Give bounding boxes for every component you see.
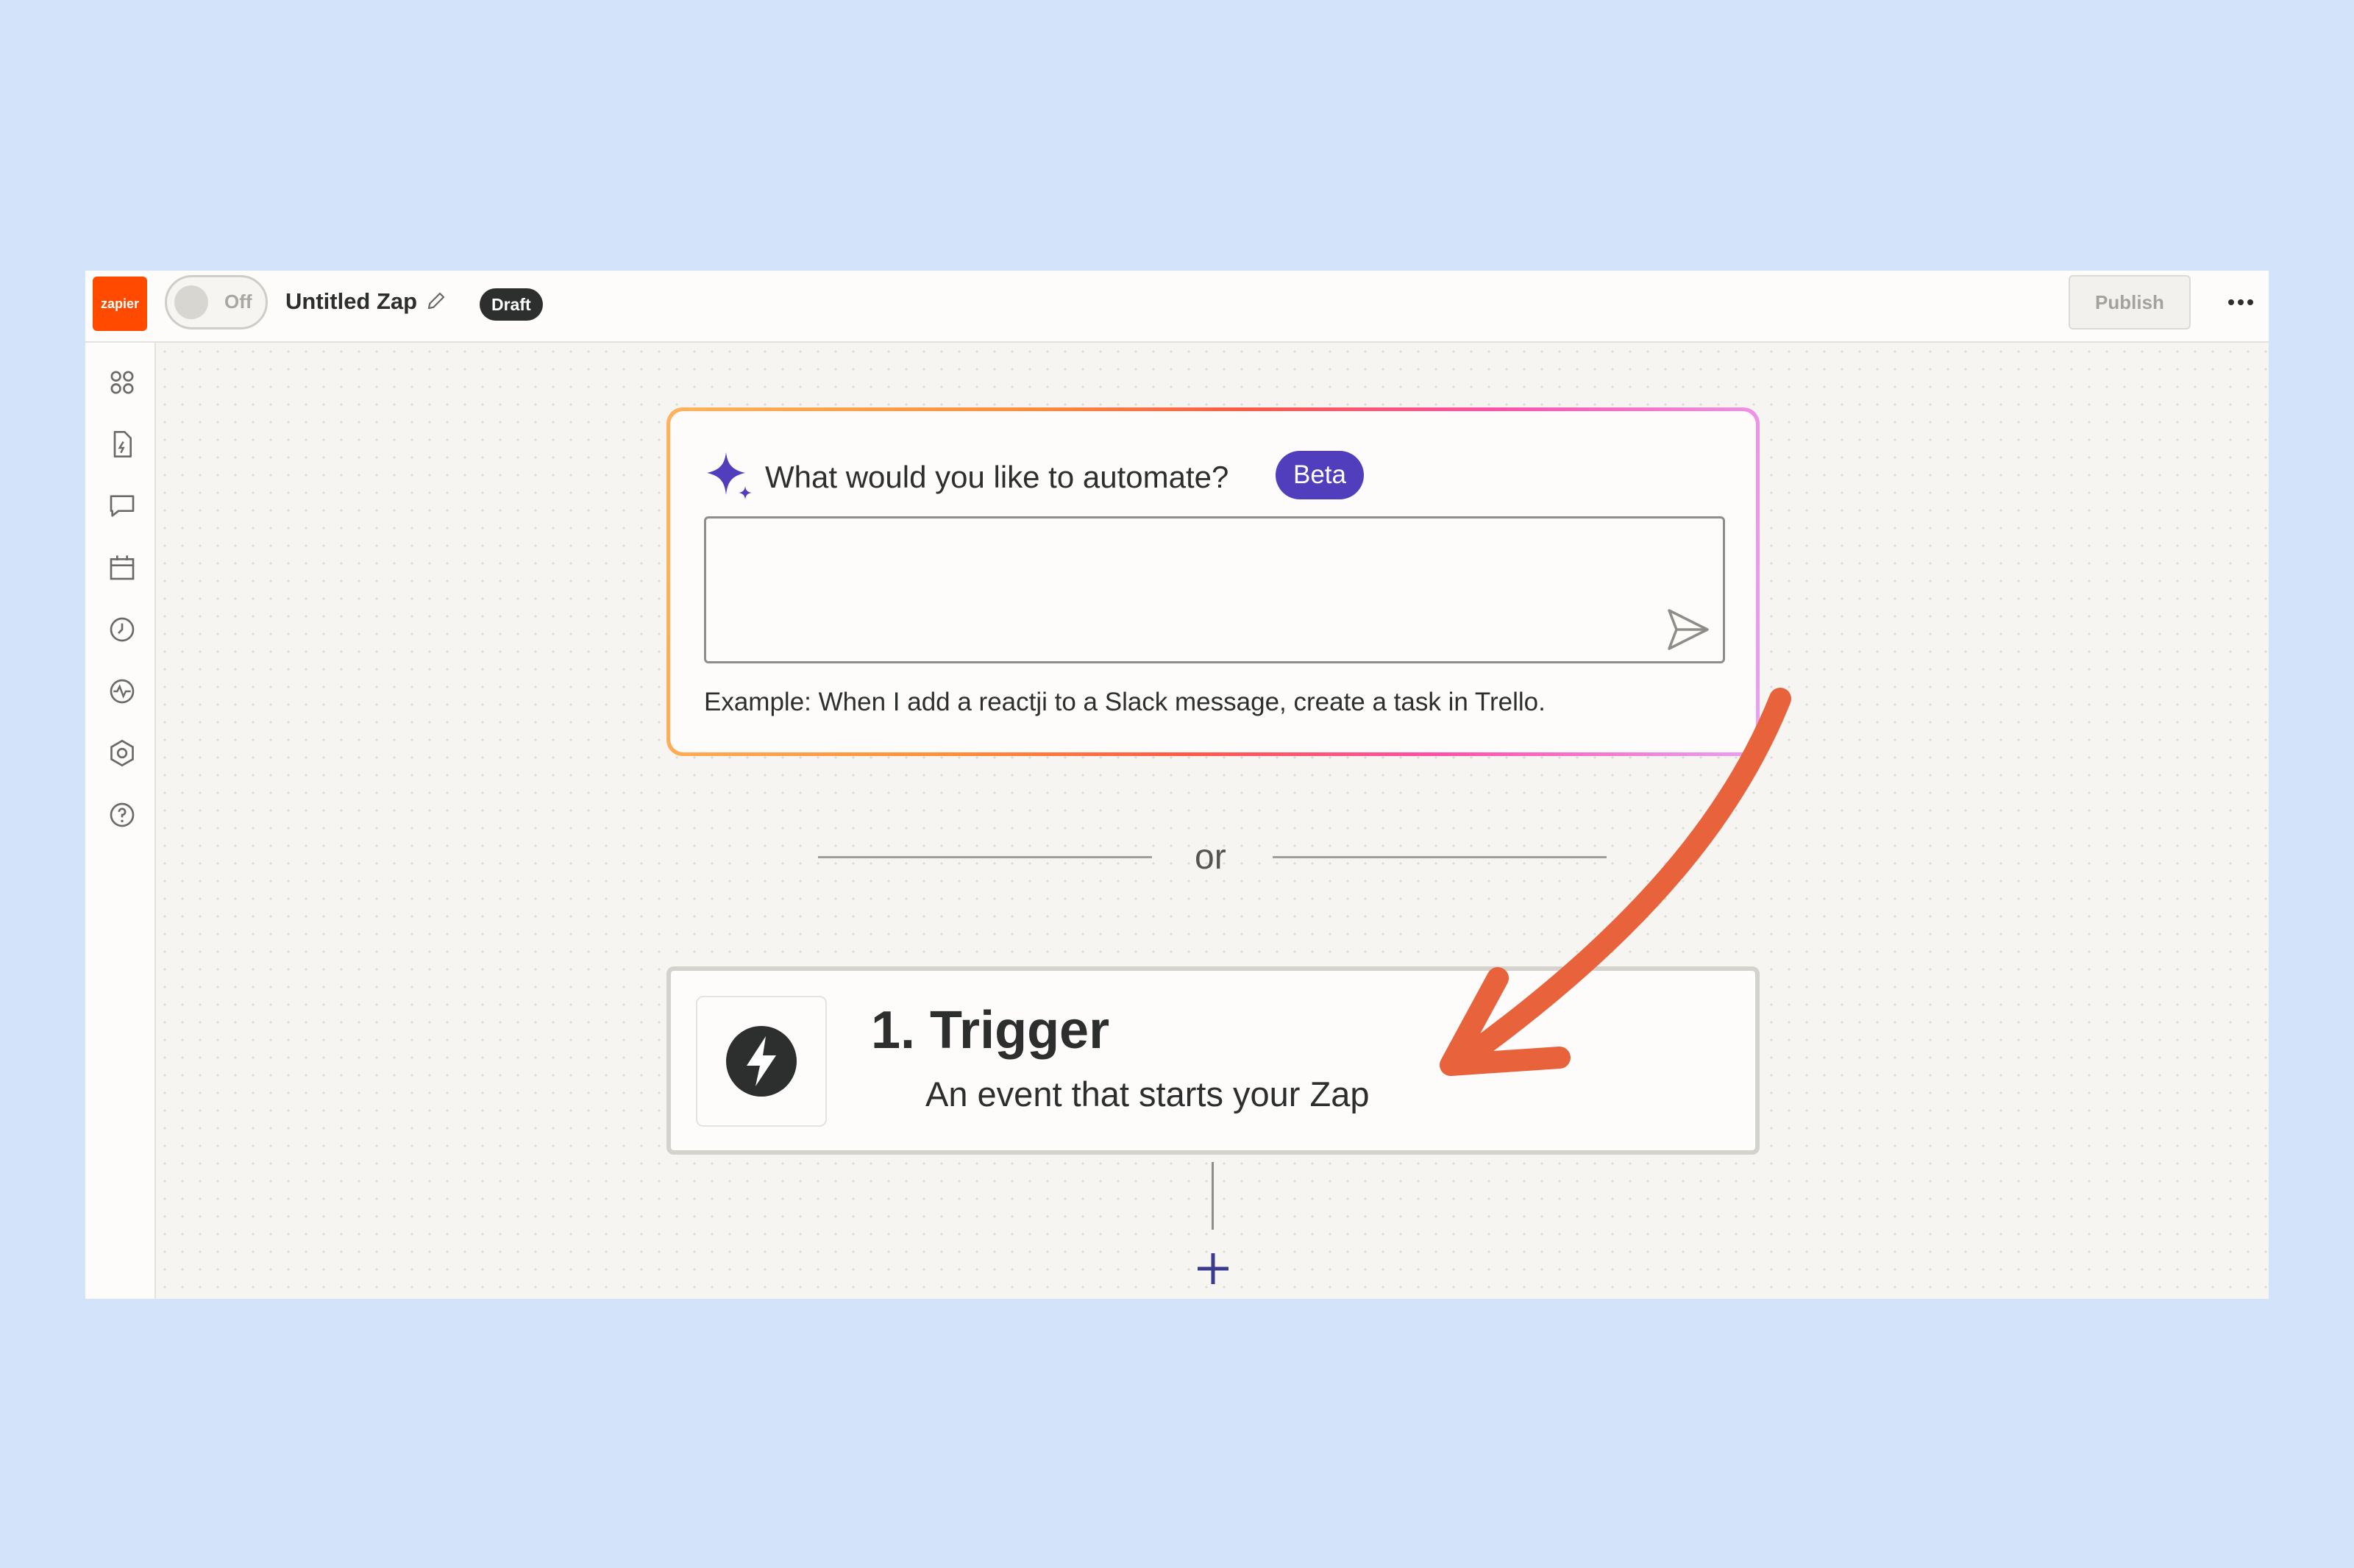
settings-icon[interactable]	[107, 738, 137, 768]
zap-on-off-toggle[interactable]: Off	[165, 275, 268, 329]
beta-badge: Beta	[1276, 451, 1364, 499]
help-icon[interactable]	[107, 800, 137, 830]
toggle-label: Off	[224, 291, 252, 313]
calendar-icon[interactable]	[107, 553, 137, 582]
ai-prompt-input[interactable]	[704, 516, 1725, 663]
ai-prompt-question: What would you like to automate?	[765, 460, 1229, 494]
chat-icon[interactable]	[107, 491, 137, 521]
lightning-bolt-icon	[726, 1026, 797, 1097]
history-icon[interactable]	[107, 615, 137, 644]
publish-button[interactable]: Publish	[2069, 275, 2191, 329]
zap-file-icon[interactable]	[107, 430, 137, 459]
sparkle-icon	[707, 452, 752, 499]
step-connector-line	[1212, 1162, 1214, 1230]
trigger-icon-box	[696, 996, 827, 1127]
annotation-arrow	[1440, 688, 1791, 1076]
send-icon[interactable]	[1665, 606, 1712, 653]
zap-title[interactable]: Untitled Zap	[285, 288, 417, 315]
add-step-plus-icon[interactable]	[1192, 1247, 1234, 1290]
activity-icon[interactable]	[107, 677, 137, 706]
apps-icon[interactable]	[107, 368, 137, 397]
divider-line-left	[818, 856, 1152, 858]
status-badge: Draft	[480, 288, 543, 321]
pencil-icon[interactable]	[425, 290, 447, 312]
zapier-logo[interactable]: zapier	[93, 277, 147, 331]
more-icon	[2228, 299, 2253, 305]
left-sidebar	[85, 343, 156, 1299]
divider-or-text: or	[1195, 838, 1226, 877]
more-options-button[interactable]	[2219, 285, 2263, 319]
toggle-knob	[174, 285, 208, 319]
trigger-title: 1. Trigger	[871, 1001, 1110, 1060]
trigger-description: An event that starts your Zap	[925, 1075, 1370, 1113]
top-bar: zapier Off Untitled Zap Draft Publish	[85, 271, 2269, 343]
